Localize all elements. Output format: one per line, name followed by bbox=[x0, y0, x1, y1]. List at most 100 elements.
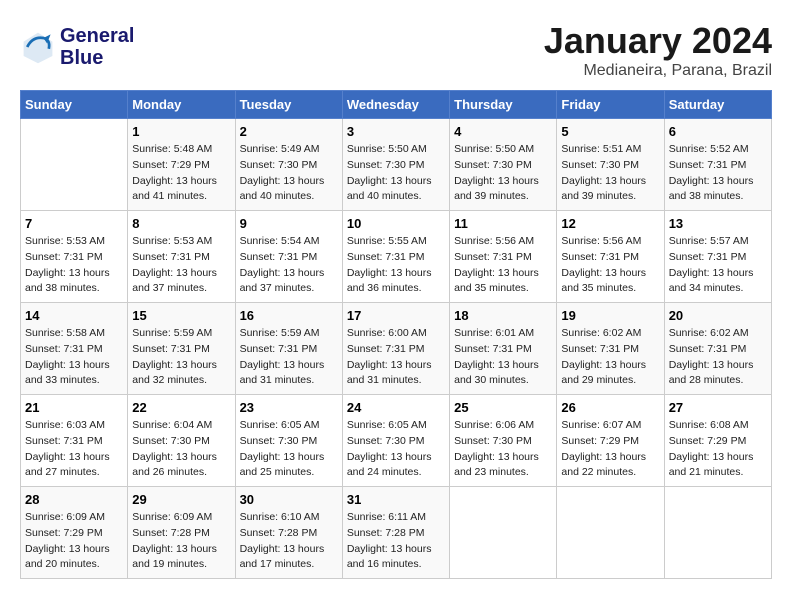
title-area: January 2024 Medianeira, Parana, Brazil bbox=[544, 20, 772, 80]
logo: General Blue bbox=[20, 25, 134, 69]
page-subtitle: Medianeira, Parana, Brazil bbox=[544, 62, 772, 80]
calendar-header-row: SundayMondayTuesdayWednesdayThursdayFrid… bbox=[21, 91, 772, 119]
day-info: Sunrise: 5:54 AM Sunset: 7:31 PM Dayligh… bbox=[240, 234, 338, 297]
day-of-week-header: Monday bbox=[128, 91, 235, 119]
day-info: Sunrise: 5:49 AM Sunset: 7:30 PM Dayligh… bbox=[240, 142, 338, 205]
day-info: Sunrise: 6:09 AM Sunset: 7:28 PM Dayligh… bbox=[132, 510, 230, 573]
day-number: 14 bbox=[25, 308, 123, 323]
calendar-cell: 25 Sunrise: 6:06 AM Sunset: 7:30 PM Dayli… bbox=[450, 395, 557, 487]
day-info: Sunrise: 6:04 AM Sunset: 7:30 PM Dayligh… bbox=[132, 418, 230, 481]
calendar-cell bbox=[664, 487, 771, 579]
calendar-cell bbox=[557, 487, 664, 579]
day-number: 10 bbox=[347, 216, 445, 231]
day-number: 12 bbox=[561, 216, 659, 231]
day-info: Sunrise: 5:52 AM Sunset: 7:31 PM Dayligh… bbox=[669, 142, 767, 205]
day-number: 27 bbox=[669, 400, 767, 415]
calendar-week-row: 7 Sunrise: 5:53 AM Sunset: 7:31 PM Daylig… bbox=[21, 211, 772, 303]
day-number: 28 bbox=[25, 492, 123, 507]
calendar-cell: 31 Sunrise: 6:11 AM Sunset: 7:28 PM Dayli… bbox=[342, 487, 449, 579]
day-info: Sunrise: 5:50 AM Sunset: 7:30 PM Dayligh… bbox=[347, 142, 445, 205]
day-number: 22 bbox=[132, 400, 230, 415]
day-number: 24 bbox=[347, 400, 445, 415]
calendar-cell: 16 Sunrise: 5:59 AM Sunset: 7:31 PM Dayli… bbox=[235, 303, 342, 395]
calendar-cell: 7 Sunrise: 5:53 AM Sunset: 7:31 PM Daylig… bbox=[21, 211, 128, 303]
day-info: Sunrise: 6:03 AM Sunset: 7:31 PM Dayligh… bbox=[25, 418, 123, 481]
calendar-cell: 23 Sunrise: 6:05 AM Sunset: 7:30 PM Dayli… bbox=[235, 395, 342, 487]
calendar-cell: 12 Sunrise: 5:56 AM Sunset: 7:31 PM Dayli… bbox=[557, 211, 664, 303]
calendar-cell: 5 Sunrise: 5:51 AM Sunset: 7:30 PM Daylig… bbox=[557, 119, 664, 211]
page-title: January 2024 bbox=[544, 20, 772, 62]
day-number: 31 bbox=[347, 492, 445, 507]
calendar-week-row: 21 Sunrise: 6:03 AM Sunset: 7:31 PM Dayli… bbox=[21, 395, 772, 487]
day-number: 4 bbox=[454, 124, 552, 139]
day-of-week-header: Tuesday bbox=[235, 91, 342, 119]
calendar-cell: 20Sunrise: 6:02 AM Sunset: 7:31 PM Dayli… bbox=[664, 303, 771, 395]
day-number: 7 bbox=[25, 216, 123, 231]
day-info: Sunrise: 5:58 AM Sunset: 7:31 PM Dayligh… bbox=[25, 326, 123, 389]
day-number: 23 bbox=[240, 400, 338, 415]
calendar-cell: 10 Sunrise: 5:55 AM Sunset: 7:31 PM Dayli… bbox=[342, 211, 449, 303]
day-info: Sunrise: 5:57 AM Sunset: 7:31 PM Dayligh… bbox=[669, 234, 767, 297]
calendar-table: SundayMondayTuesdayWednesdayThursdayFrid… bbox=[20, 90, 772, 579]
day-info: Sunrise: 5:51 AM Sunset: 7:30 PM Dayligh… bbox=[561, 142, 659, 205]
calendar-cell: 8Sunrise: 5:53 AM Sunset: 7:31 PM Daylig… bbox=[128, 211, 235, 303]
day-number: 16 bbox=[240, 308, 338, 323]
calendar-cell: 19Sunrise: 6:02 AM Sunset: 7:31 PM Dayli… bbox=[557, 303, 664, 395]
day-info: Sunrise: 6:10 AM Sunset: 7:28 PM Dayligh… bbox=[240, 510, 338, 573]
day-number: 13 bbox=[669, 216, 767, 231]
day-info: Sunrise: 5:59 AM Sunset: 7:31 PM Dayligh… bbox=[132, 326, 230, 389]
day-info: Sunrise: 6:02 AM Sunset: 7:31 PM Dayligh… bbox=[669, 326, 767, 389]
calendar-cell: 18 Sunrise: 6:01 AM Sunset: 7:31 PM Dayli… bbox=[450, 303, 557, 395]
day-number: 17 bbox=[347, 308, 445, 323]
page-header: General Blue January 2024 Medianeira, Pa… bbox=[20, 20, 772, 80]
day-info: Sunrise: 6:02 AM Sunset: 7:31 PM Dayligh… bbox=[561, 326, 659, 389]
logo-text: General Blue bbox=[60, 25, 134, 69]
calendar-cell bbox=[450, 487, 557, 579]
calendar-cell: 29Sunrise: 6:09 AM Sunset: 7:28 PM Dayli… bbox=[128, 487, 235, 579]
calendar-cell: 27 Sunrise: 6:08 AM Sunset: 7:29 PM Dayli… bbox=[664, 395, 771, 487]
day-info: Sunrise: 5:48 AM Sunset: 7:29 PM Dayligh… bbox=[132, 142, 230, 205]
calendar-cell: 22 Sunrise: 6:04 AM Sunset: 7:30 PM Dayli… bbox=[128, 395, 235, 487]
day-number: 21 bbox=[25, 400, 123, 415]
calendar-cell: 15 Sunrise: 5:59 AM Sunset: 7:31 PM Dayli… bbox=[128, 303, 235, 395]
day-info: Sunrise: 6:00 AM Sunset: 7:31 PM Dayligh… bbox=[347, 326, 445, 389]
day-info: Sunrise: 6:07 AM Sunset: 7:29 PM Dayligh… bbox=[561, 418, 659, 481]
day-info: Sunrise: 5:59 AM Sunset: 7:31 PM Dayligh… bbox=[240, 326, 338, 389]
day-number: 18 bbox=[454, 308, 552, 323]
day-number: 6 bbox=[669, 124, 767, 139]
logo-icon bbox=[20, 29, 56, 65]
calendar-cell: 4 Sunrise: 5:50 AM Sunset: 7:30 PM Daylig… bbox=[450, 119, 557, 211]
day-number: 3 bbox=[347, 124, 445, 139]
calendar-cell: 1 Sunrise: 5:48 AM Sunset: 7:29 PM Daylig… bbox=[128, 119, 235, 211]
calendar-cell: 24Sunrise: 6:05 AM Sunset: 7:30 PM Dayli… bbox=[342, 395, 449, 487]
day-info: Sunrise: 5:53 AM Sunset: 7:31 PM Dayligh… bbox=[25, 234, 123, 297]
day-number: 1 bbox=[132, 124, 230, 139]
day-of-week-header: Wednesday bbox=[342, 91, 449, 119]
day-number: 15 bbox=[132, 308, 230, 323]
day-of-week-header: Friday bbox=[557, 91, 664, 119]
day-info: Sunrise: 6:08 AM Sunset: 7:29 PM Dayligh… bbox=[669, 418, 767, 481]
day-number: 8 bbox=[132, 216, 230, 231]
day-info: Sunrise: 6:11 AM Sunset: 7:28 PM Dayligh… bbox=[347, 510, 445, 573]
day-info: Sunrise: 5:56 AM Sunset: 7:31 PM Dayligh… bbox=[454, 234, 552, 297]
day-number: 11 bbox=[454, 216, 552, 231]
day-number: 26 bbox=[561, 400, 659, 415]
day-info: Sunrise: 6:01 AM Sunset: 7:31 PM Dayligh… bbox=[454, 326, 552, 389]
day-number: 25 bbox=[454, 400, 552, 415]
day-info: Sunrise: 6:05 AM Sunset: 7:30 PM Dayligh… bbox=[240, 418, 338, 481]
day-info: Sunrise: 5:55 AM Sunset: 7:31 PM Dayligh… bbox=[347, 234, 445, 297]
calendar-cell: 17 Sunrise: 6:00 AM Sunset: 7:31 PM Dayli… bbox=[342, 303, 449, 395]
day-info: Sunrise: 5:56 AM Sunset: 7:31 PM Dayligh… bbox=[561, 234, 659, 297]
calendar-cell: 13 Sunrise: 5:57 AM Sunset: 7:31 PM Dayli… bbox=[664, 211, 771, 303]
calendar-cell: 30 Sunrise: 6:10 AM Sunset: 7:28 PM Dayli… bbox=[235, 487, 342, 579]
day-number: 5 bbox=[561, 124, 659, 139]
day-info: Sunrise: 5:50 AM Sunset: 7:30 PM Dayligh… bbox=[454, 142, 552, 205]
calendar-cell: 6 Sunrise: 5:52 AM Sunset: 7:31 PM Daylig… bbox=[664, 119, 771, 211]
calendar-cell: 2Sunrise: 5:49 AM Sunset: 7:30 PM Daylig… bbox=[235, 119, 342, 211]
calendar-cell bbox=[21, 119, 128, 211]
day-info: Sunrise: 6:06 AM Sunset: 7:30 PM Dayligh… bbox=[454, 418, 552, 481]
day-number: 30 bbox=[240, 492, 338, 507]
calendar-week-row: 14 Sunrise: 5:58 AM Sunset: 7:31 PM Dayli… bbox=[21, 303, 772, 395]
day-of-week-header: Saturday bbox=[664, 91, 771, 119]
calendar-week-row: 1 Sunrise: 5:48 AM Sunset: 7:29 PM Daylig… bbox=[21, 119, 772, 211]
